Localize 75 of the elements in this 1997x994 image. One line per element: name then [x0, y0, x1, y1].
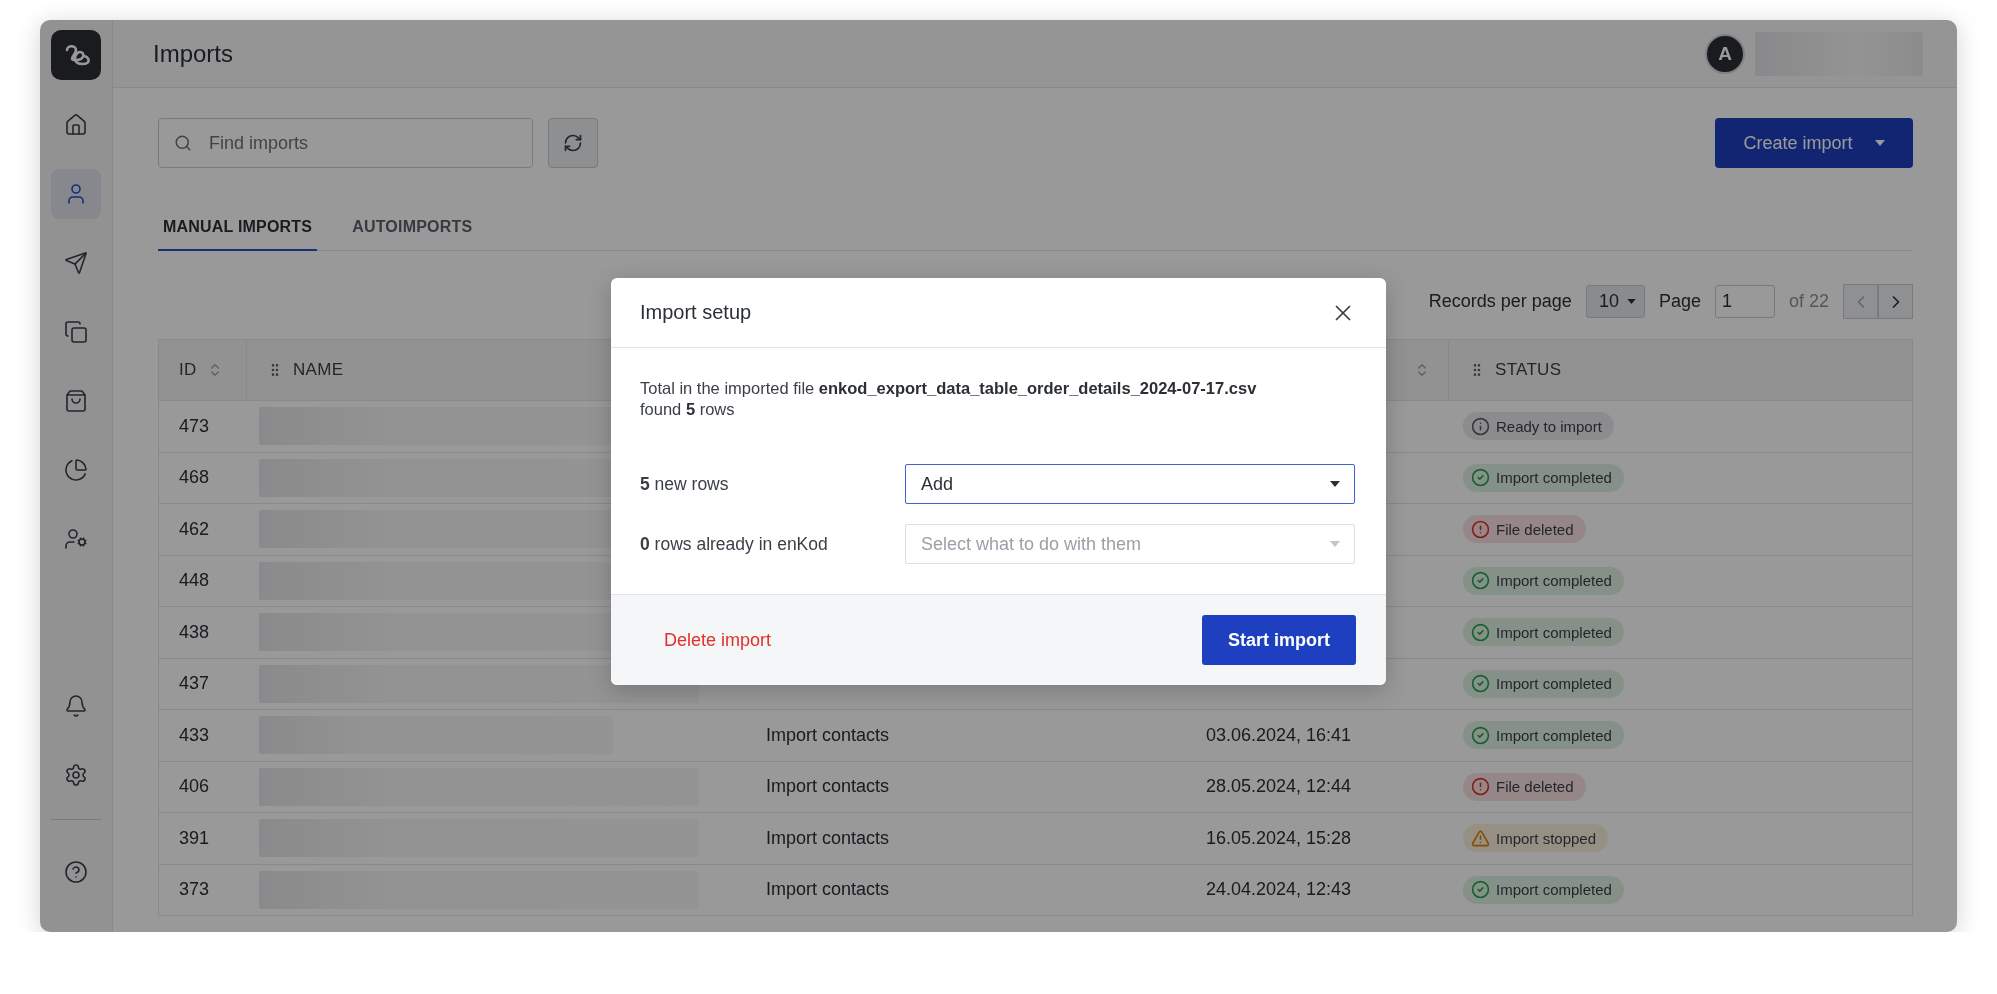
date-cell-text: 28.05.2024, 12:44: [1205, 776, 1353, 798]
search-icon: [174, 134, 192, 152]
bell-icon: [64, 694, 88, 718]
tab[interactable]: AUTOIMPORTS: [347, 213, 478, 251]
create-import-button[interactable]: Create import: [1715, 118, 1913, 168]
start-import-button[interactable]: Start import: [1202, 615, 1356, 665]
sidebar-item[interactable]: [51, 169, 101, 219]
delete-import-button[interactable]: Delete import: [654, 625, 782, 655]
status-badge: Import completed: [1463, 669, 1624, 698]
column-header[interactable]: ID: [159, 340, 246, 400]
column-header[interactable]: STATUS: [1448, 340, 1912, 400]
check-circle-icon: [1471, 622, 1490, 642]
pie-chart-icon: [64, 458, 88, 482]
copy-icon: [64, 320, 88, 344]
status-badge: File deleted: [1463, 515, 1586, 543]
refresh-icon: [563, 133, 583, 153]
type-cell-text: Import contacts: [765, 827, 891, 849]
user-gear-icon: [64, 527, 88, 551]
id-cell-text: 468: [178, 467, 211, 489]
field-label: 5 new rows: [640, 473, 730, 495]
status-badge: Import completed: [1463, 463, 1624, 492]
check-circle-icon: [1471, 468, 1490, 487]
id-cell-text: 391: [178, 827, 211, 849]
id-cell-text: 373: [178, 879, 211, 901]
dialog-title: Import setup: [640, 301, 752, 324]
check-circle-icon: [1471, 725, 1490, 745]
warning-icon: [1471, 828, 1490, 848]
status-badge: Import completed: [1463, 875, 1624, 904]
caret-icon: [1330, 541, 1340, 547]
status-badge: Import completed: [1463, 721, 1624, 749]
type-cell-text: Import contacts: [765, 879, 891, 901]
id-cell-text: 473: [178, 415, 211, 437]
field-label: 0 rows already in enKod: [640, 533, 829, 555]
user-avatar[interactable]: A: [1705, 33, 1745, 74]
date-cell-text: 16.05.2024, 15:28: [1205, 827, 1353, 849]
home-icon: [64, 113, 88, 137]
help-icon: [64, 860, 88, 884]
status-badge: Import stopped: [1463, 824, 1609, 852]
alert-circle-icon: [1471, 519, 1490, 539]
status-badge: Import completed: [1463, 618, 1624, 646]
per-page-select[interactable]: 10: [1585, 285, 1645, 318]
date-cell-text: 24.04.2024, 12:43: [1205, 879, 1353, 901]
page-total: of 22: [1788, 291, 1829, 312]
send-icon: [64, 251, 88, 275]
page-label: Page: [1658, 291, 1701, 312]
id-cell-text: 406: [178, 776, 211, 798]
id-cell-text: 437: [178, 673, 211, 695]
app-logo[interactable]: [51, 30, 101, 80]
shopping-bag-icon: [64, 389, 88, 413]
alert-circle-icon: [1471, 777, 1490, 796]
records-per-page-label: Records per page: [1428, 291, 1572, 312]
status-badge: File deleted: [1463, 772, 1586, 801]
id-cell-text: 462: [178, 518, 211, 540]
page-input[interactable]: 1: [1714, 285, 1775, 318]
action-select[interactable]: Add: [905, 464, 1355, 504]
id-cell-text: 448: [178, 570, 211, 592]
page-title: Imports: [153, 39, 234, 68]
check-circle-icon: [1471, 674, 1490, 693]
type-cell-text: Import contacts: [765, 724, 891, 746]
date-cell-text: 03.06.2024, 16:41: [1205, 724, 1353, 746]
caret-icon: [1330, 481, 1340, 487]
id-cell-text: 438: [178, 621, 211, 643]
refresh-button[interactable]: [548, 118, 598, 168]
status-badge: Ready to import: [1463, 412, 1614, 440]
info-icon: [1471, 416, 1490, 436]
id-cell-text: 433: [178, 724, 211, 746]
check-circle-icon: [1471, 880, 1490, 899]
search-field[interactable]: Find imports: [158, 118, 533, 168]
type-cell-text: Import contacts: [765, 776, 891, 798]
caret-icon: [1874, 140, 1885, 146]
caret-icon: [1626, 299, 1636, 304]
tab[interactable]: MANUAL IMPORTS: [158, 213, 318, 251]
status-badge: Import completed: [1463, 566, 1624, 595]
check-circle-icon: [1471, 571, 1490, 590]
settings-icon: [64, 763, 88, 787]
